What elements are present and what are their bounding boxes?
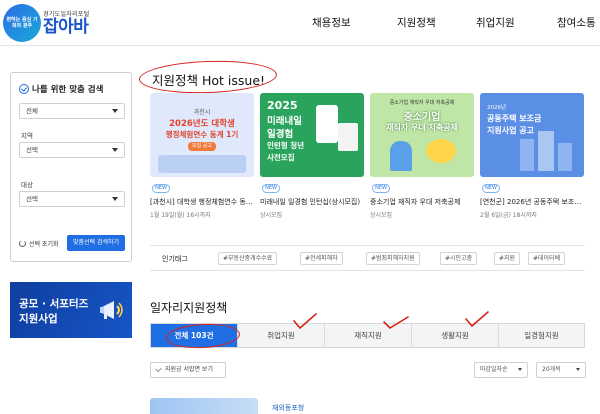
card-image-1[interactable]: 과천시 2026년도 대학생 행정체험연수 동계 1기 모집 공고	[150, 93, 254, 177]
tab-incumbent[interactable]: 재직지원	[325, 324, 412, 347]
custom-search-panel: 나를 위한 맞춤 검색 전체 지역 선택 대상 선택 선택 초기화 맞춤선택 검…	[10, 72, 132, 262]
card-title-3[interactable]: 중소기업 재직자 우대 저축공제	[370, 197, 474, 207]
tag-item[interactable]: #시민고충	[440, 252, 478, 265]
job-policy-title: 일자리지원정책	[150, 301, 228, 315]
policy-thumbnail[interactable]	[150, 398, 258, 414]
card-deadline-3: 상시모집	[370, 212, 393, 219]
tag-item[interactable]: #전세피해자	[300, 252, 343, 265]
region-label: 지역	[21, 132, 33, 140]
tag-item[interactable]: #지원	[494, 252, 521, 265]
tab-employment[interactable]: 취업지원	[238, 324, 325, 347]
tag-item[interactable]: #부동산중개수수료	[218, 252, 278, 265]
sort-select[interactable]: 마감일자순	[474, 362, 528, 378]
page-size-select[interactable]: 20개씩	[536, 362, 586, 378]
chevron-down-icon	[112, 148, 118, 152]
new-badge: NEW	[372, 184, 390, 193]
nav-item-policy[interactable]: 지원정책	[397, 15, 436, 30]
tab-work-experience[interactable]: 일경험지원	[499, 324, 584, 347]
popular-tags: 인기태그 #부동산중개수수료 #전세피해자 #범죄피해자지원 #시민고충 #지원…	[150, 245, 585, 271]
category-select[interactable]: 전체	[19, 103, 125, 119]
nav-item-employment-support[interactable]: 취업지원	[476, 15, 515, 30]
site-header: 편하는 중심 기회의 광주 경기도일자리포털 잡아바 채용정보 지원정책 취업지…	[0, 0, 600, 46]
card-deadline-4: 2월 6일(금) 18시까지	[480, 212, 537, 219]
megaphone-icon	[100, 301, 123, 319]
person-illustration	[390, 141, 412, 171]
custom-search-title: 나를 위한 맞춤 검색	[19, 83, 103, 95]
card-title-4[interactable]: [연천군] 2026년 공동주택 보조금...	[480, 197, 584, 207]
reset-button[interactable]: 선택 초기화	[19, 239, 59, 248]
new-badge: NEW	[262, 184, 280, 193]
nav-item-participation[interactable]: 참여소통	[557, 15, 596, 30]
nav-item-jobs[interactable]: 채용정보	[312, 15, 351, 30]
target-label: 대상	[21, 181, 33, 189]
chevron-down-icon	[112, 197, 118, 201]
building-illustration	[558, 143, 572, 171]
building-illustration	[520, 139, 534, 171]
id-card-illustration	[338, 123, 358, 151]
custom-search-button[interactable]: 맞춤선택 검색하기	[67, 235, 125, 251]
new-badge: NEW	[152, 184, 170, 193]
annotation-circle	[138, 58, 278, 96]
card-title-1[interactable]: [과천시] 대학생 행정체험연수 동...	[150, 197, 254, 207]
main-nav: 채용정보 지원정책 취업지원 참여소통	[0, 15, 600, 31]
card-deadline-2: 상시모집	[260, 212, 283, 219]
check-circle-icon	[19, 84, 29, 94]
banner-line-2: 지원사업	[19, 313, 58, 325]
card-title-2[interactable]: 미래내일 일경험 인턴십(상시모집)	[260, 197, 364, 207]
check-icon	[155, 365, 162, 373]
card-deadline-1: 1월 19일(월) 16시까지	[150, 212, 211, 219]
supporters-banner[interactable]: 공모 · 서포터즈 지원사업	[10, 282, 132, 338]
banner-line-1: 공모 · 서포터즈	[19, 298, 89, 310]
target-select[interactable]: 선택	[19, 191, 125, 207]
chevron-down-icon	[112, 109, 118, 113]
new-badge: NEW	[482, 184, 500, 193]
tag-item[interactable]: #범죄피해자지원	[366, 252, 420, 265]
chevron-down-icon	[518, 368, 522, 371]
phone-illustration	[316, 105, 338, 143]
popular-tags-label: 인기태그	[162, 255, 188, 263]
chevron-down-icon	[576, 368, 580, 371]
refresh-icon	[19, 240, 26, 247]
coin-illustration	[426, 139, 456, 163]
subsidy-drawer-button[interactable]: 지원금 서랍면 보기	[150, 362, 226, 378]
tab-living[interactable]: 생활지원	[412, 324, 499, 347]
card-image-2[interactable]: 2025 미래내일 일경험 인턴형 청년 사전모집	[260, 93, 364, 177]
region-select[interactable]: 선택	[19, 142, 125, 158]
building-illustration	[538, 131, 554, 171]
card-image-4[interactable]: 2026년 공동주택 보조금 지원사업 공고	[480, 93, 584, 177]
policy-org[interactable]: 재외동포청	[272, 403, 304, 413]
card-image-3[interactable]: 중소기업 재직자 우대 저축공제 중소기업 재직자 우대 저축공제	[370, 93, 474, 177]
tag-item[interactable]: #데이터베	[528, 252, 566, 265]
